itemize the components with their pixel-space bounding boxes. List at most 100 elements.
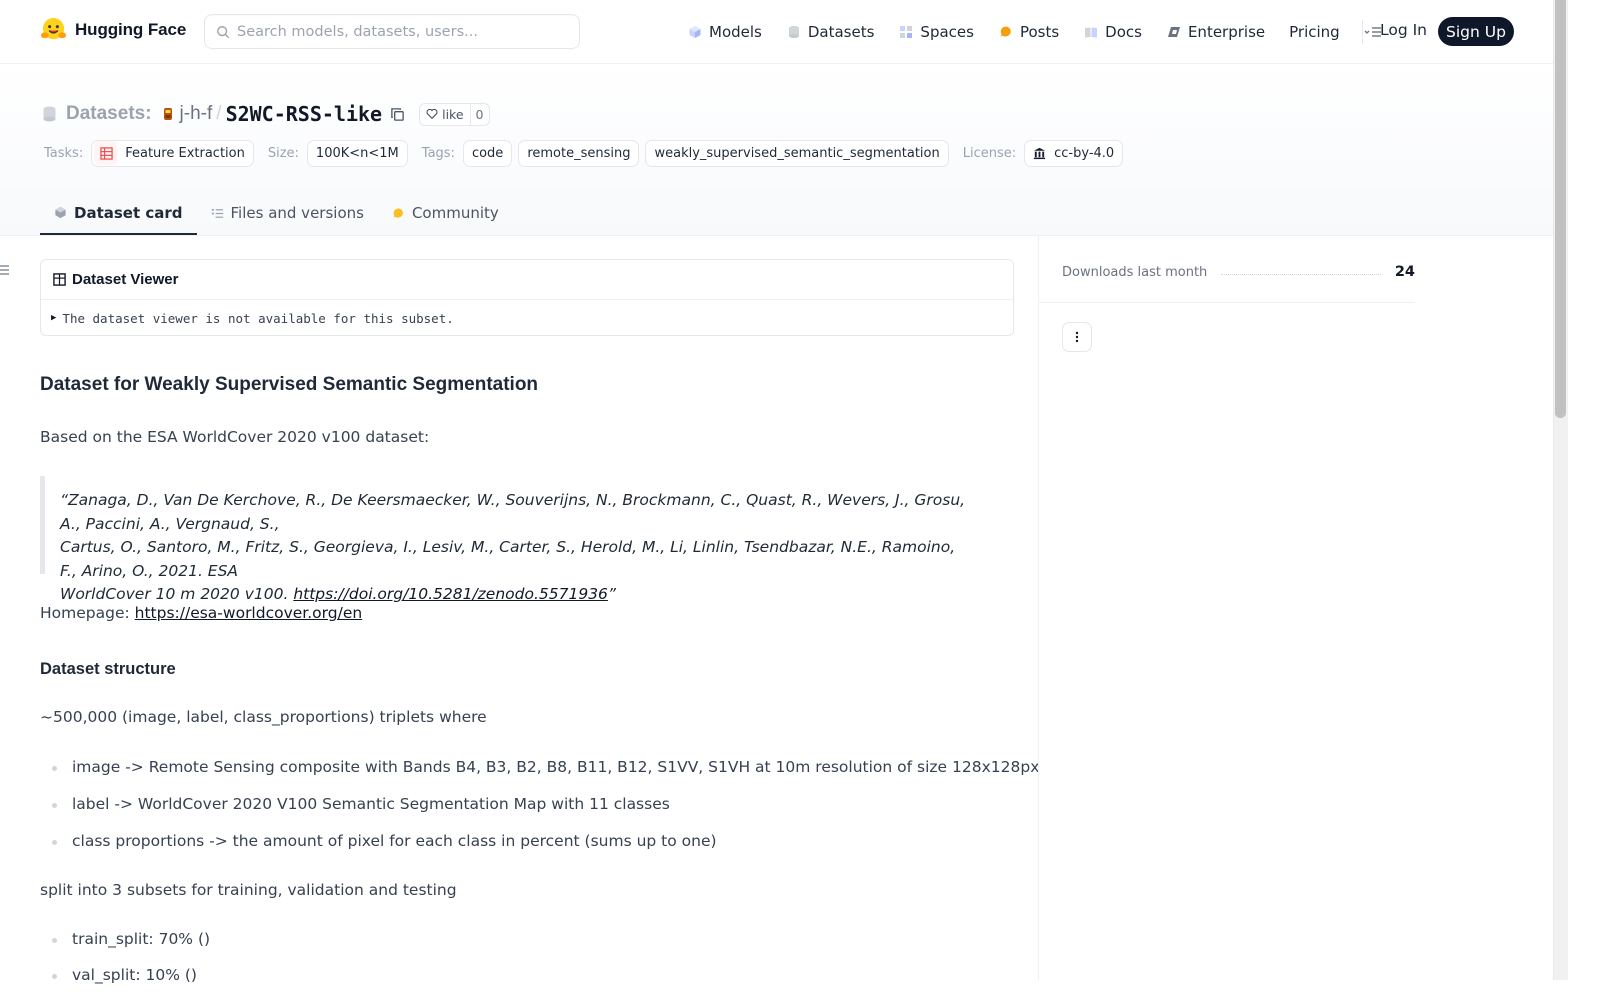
- license-chip[interactable]: cc-by-4.0: [1024, 139, 1124, 167]
- search-input[interactable]: [237, 15, 573, 48]
- nav-spaces[interactable]: Spaces: [899, 23, 974, 41]
- tag-chip-wsss[interactable]: weakly_supervised_semantic_segmentation: [645, 139, 949, 167]
- list-item-text: train_split: 70% (): [72, 930, 211, 948]
- like-main[interactable]: like: [420, 104, 469, 125]
- tag-chip-code[interactable]: code: [462, 139, 513, 167]
- homepage-line: Homepage: https://esa-worldcover.org/en: [40, 604, 362, 622]
- files-icon: [211, 208, 223, 218]
- card-heading: Dataset for Weakly Supervised Semantic S…: [40, 374, 539, 395]
- nav-models[interactable]: Models: [688, 23, 762, 41]
- list-item: class proportions -> the amount of pixel…: [52, 832, 717, 850]
- citation-line-1: “Zanaga, D., Van De Kerchove, R., De Kee…: [60, 491, 966, 533]
- nav-enterprise-label: Enterprise: [1187, 23, 1266, 41]
- nav-pricing[interactable]: Pricing: [1289, 23, 1340, 41]
- signup-button[interactable]: Sign Up: [1438, 17, 1514, 46]
- chat-bubble-icon: [1000, 26, 1011, 38]
- bullet: [52, 766, 57, 771]
- nav-models-label: Models: [709, 23, 762, 41]
- tag-chip-remote-sensing[interactable]: remote_sensing: [518, 139, 640, 167]
- expand-triangle-icon[interactable]: ▶: [51, 313, 56, 323]
- tab-community[interactable]: Community: [378, 191, 513, 235]
- toc-toggle-icon[interactable]: [0, 264, 10, 276]
- enterprise-icon: [1167, 27, 1180, 37]
- list-item: train_split: 70% (): [52, 930, 211, 948]
- database-icon: [788, 26, 799, 38]
- nav-enterprise[interactable]: Enterprise: [1167, 23, 1265, 41]
- copy-icon[interactable]: [390, 107, 405, 122]
- homepage-link[interactable]: https://esa-worldcover.org/en: [135, 604, 363, 622]
- bullet: [52, 938, 57, 943]
- path-separator: /: [216, 103, 222, 124]
- bullet: [52, 840, 57, 845]
- login-button[interactable]: Log In: [1380, 21, 1427, 39]
- column-divider: [1038, 236, 1039, 980]
- datasets-label[interactable]: Datasets:: [66, 103, 152, 125]
- nav-datasets[interactable]: Datasets: [787, 23, 874, 41]
- hugging-face-logo-icon: [40, 17, 67, 40]
- nav-separator: [1362, 20, 1363, 44]
- downloads-label: Downloads last month: [1062, 264, 1208, 280]
- tab-files-and-versions[interactable]: Files and versions: [197, 191, 378, 235]
- citation-line-3: WorldCover 10 m 2020 v100. https://doi.o…: [60, 583, 975, 607]
- dataset-viewer-details[interactable]: ▶ The dataset viewer is not available fo…: [41, 300, 1013, 336]
- list-item-text: val_split: 10% (): [72, 966, 197, 984]
- search-icon: [217, 26, 230, 39]
- split-text: split into 3 subsets for training, valid…: [40, 881, 457, 899]
- nav-posts-label: Posts: [1019, 23, 1060, 41]
- downloads-row: Downloads last month 24: [1062, 262, 1415, 282]
- nav-links: Models Datasets Spaces Posts Docs Enterp…: [688, 18, 1382, 46]
- cube-icon: [689, 26, 701, 38]
- dotted-leader: [1221, 273, 1381, 275]
- top-navigation: Hugging Face Models Datasets Spaces Post…: [0, 0, 1553, 64]
- more-options-button[interactable]: [1062, 322, 1092, 352]
- dataset-viewer-message: The dataset viewer is not available for …: [62, 310, 454, 326]
- like-count[interactable]: 0: [469, 103, 489, 125]
- owner-avatar-icon: [163, 108, 172, 120]
- task-chip-label: Feature Extraction: [125, 145, 245, 161]
- nav-posts[interactable]: Posts: [999, 23, 1059, 41]
- dataset-viewer: Dataset Viewer ▶ The dataset viewer is n…: [40, 259, 1014, 336]
- nav-pricing-label: Pricing: [1289, 23, 1340, 41]
- citation-blockquote: “Zanaga, D., Van De Kerchove, R., De Kee…: [40, 476, 975, 603]
- table-icon: [53, 273, 66, 286]
- tags-label: Tags:: [421, 145, 455, 161]
- doi-link[interactable]: https://doi.org/10.5281/zenodo.5571936: [293, 585, 608, 603]
- tab-dataset-card[interactable]: Dataset card: [40, 191, 197, 235]
- triplets-text: ~500,000 (image, label, class_proportion…: [40, 708, 487, 726]
- nav-more-menu[interactable]: [1364, 25, 1382, 39]
- search-box[interactable]: [204, 14, 580, 49]
- list-item-text: image -> Remote Sensing composite with B…: [72, 758, 1040, 776]
- citation-line-3-text: WorldCover 10 m 2020 v100.: [60, 585, 294, 603]
- repo-name[interactable]: S2WC-RSS-like: [226, 102, 383, 126]
- owner-link[interactable]: j-h-f: [180, 103, 213, 125]
- downloads-divider: [1039, 302, 1415, 303]
- task-icon-box: [94, 141, 119, 165]
- repo-tabs: Dataset card Files and versions Communit…: [40, 191, 513, 235]
- card-intro: Based on the ESA WorldCover 2020 v100 da…: [40, 428, 430, 446]
- like-button[interactable]: like 0: [419, 102, 490, 126]
- grid-icon: [900, 26, 913, 38]
- table-icon: [100, 146, 113, 160]
- license-chip-label: cc-by-4.0: [1054, 145, 1115, 161]
- repo-header: Datasets: j-h-f / S2WC-RSS-like like 0 T…: [0, 64, 1553, 236]
- task-chip[interactable]: Feature Extraction: [91, 139, 254, 167]
- citation-end: ”: [607, 585, 616, 603]
- nav-spaces-label: Spaces: [920, 23, 974, 41]
- brand[interactable]: Hugging Face: [40, 16, 186, 43]
- list-item: image -> Remote Sensing composite with B…: [52, 758, 1040, 776]
- nav-docs-label: Docs: [1105, 23, 1142, 41]
- size-label: Size:: [267, 145, 299, 161]
- scrollbar-thumb[interactable]: [1555, 0, 1566, 418]
- nav-docs[interactable]: Docs: [1084, 23, 1142, 41]
- citation-line-2: Cartus, O., Santoro, M., Fritz, S., Geor…: [60, 538, 956, 580]
- license-label: License:: [962, 145, 1017, 161]
- cube-icon: [55, 206, 66, 219]
- list-item: val_split: 10% (): [52, 966, 197, 984]
- dataset-viewer-title: Dataset Viewer: [72, 271, 179, 288]
- metadata-tags: Tasks: Feature Extraction Size: 100K<n<1…: [44, 139, 1129, 167]
- bullet: [52, 803, 57, 808]
- size-chip[interactable]: 100K<n<1M: [306, 139, 408, 167]
- community-icon: [393, 207, 403, 219]
- repo-title-row: Datasets: j-h-f / S2WC-RSS-like like 0: [42, 100, 490, 128]
- brand-name: Hugging Face: [75, 19, 187, 39]
